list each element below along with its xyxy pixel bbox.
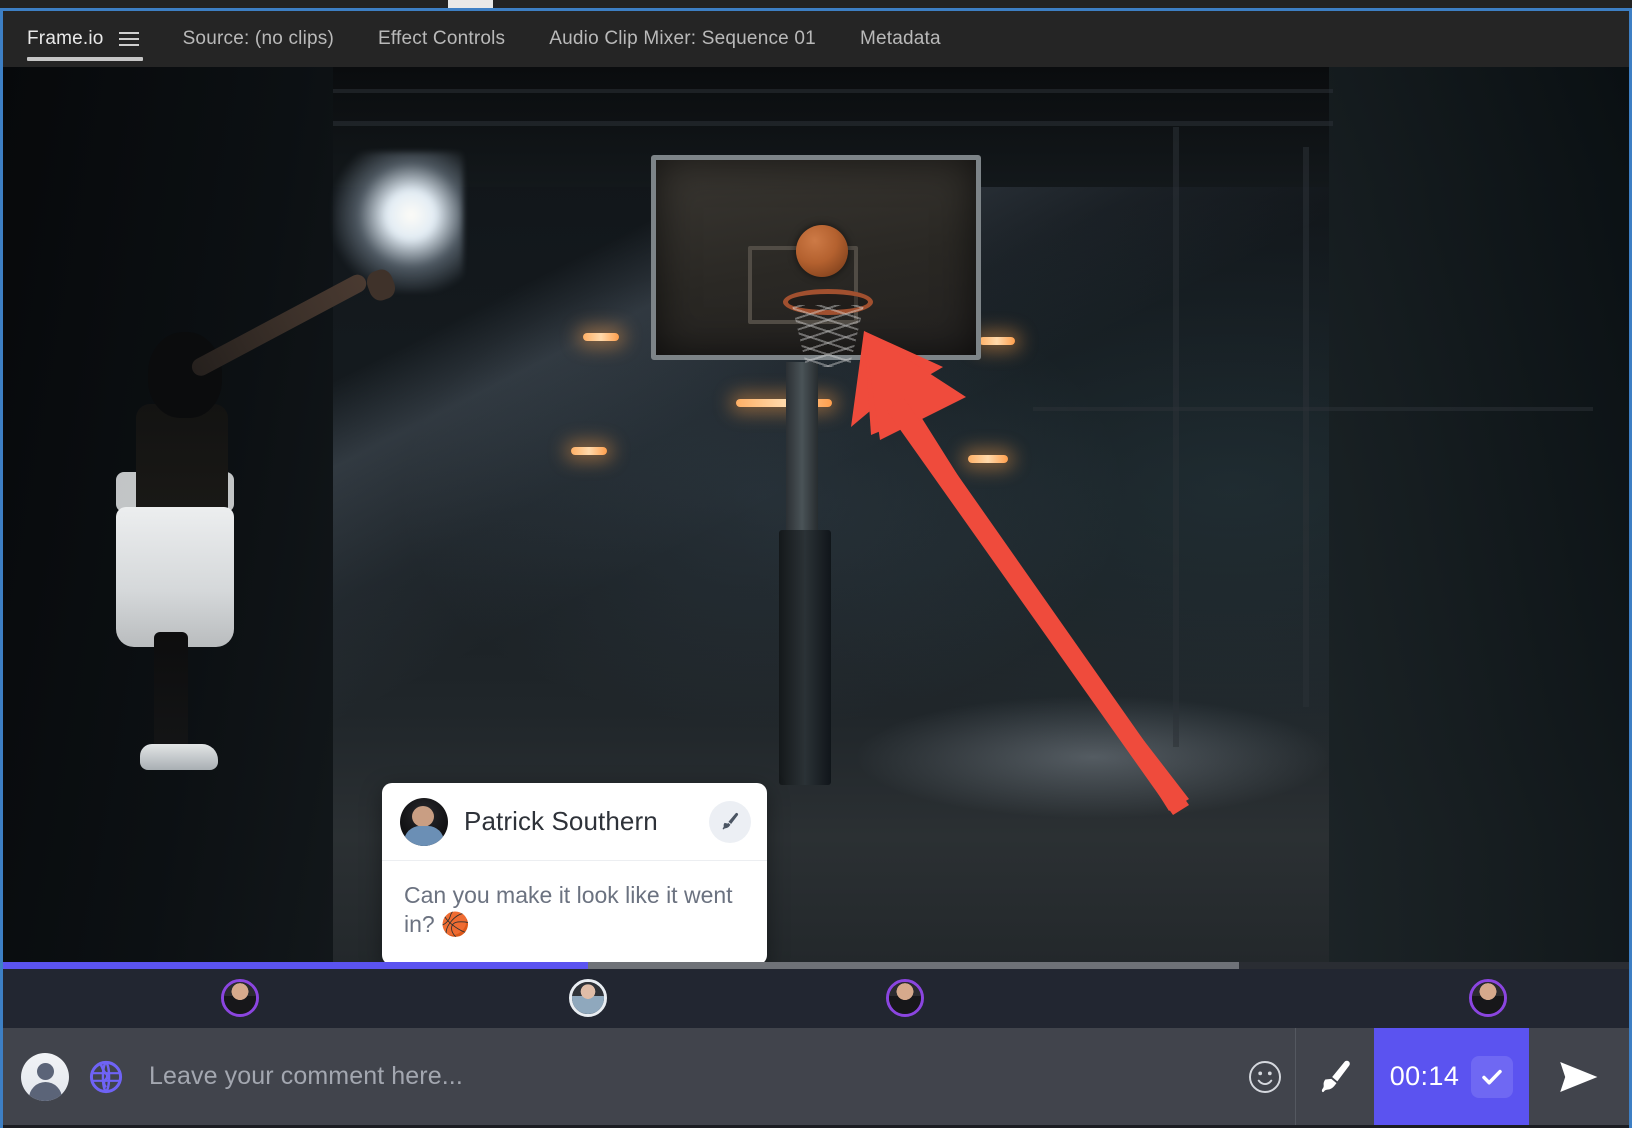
scene-beam (1033, 407, 1593, 411)
user-avatar-icon[interactable] (21, 1052, 69, 1101)
scene-strip-light (583, 333, 619, 341)
comment-marker[interactable] (886, 979, 925, 1017)
video-frame (3, 67, 1629, 962)
scene-player (98, 266, 399, 770)
scene-wall-right (1329, 67, 1629, 962)
comment-marker-lane[interactable] (3, 969, 1629, 1028)
frameio-panel: Frame.io Source: (no clips) Effect Contr… (0, 0, 1632, 1128)
scene-truss (333, 89, 1333, 93)
scene-column (1173, 127, 1179, 747)
playback-played (3, 962, 589, 969)
emoji-smiley-icon[interactable] (1235, 1028, 1295, 1125)
scene-column (1303, 147, 1309, 707)
tab-metadata[interactable]: Metadata (838, 11, 963, 67)
brush-icon[interactable] (709, 800, 751, 843)
scene-strip-light (968, 455, 1008, 463)
scene-strip-light (979, 337, 1015, 345)
comment-marker[interactable] (221, 979, 260, 1017)
comment-bubble[interactable]: Patrick Southern Can you make it look li… (382, 783, 767, 962)
comment-text: Can you make it look like it went in? 🏀 (404, 882, 733, 938)
tab-effect-controls-label: Effect Controls (378, 28, 506, 49)
avatar (224, 982, 257, 1014)
video-viewer[interactable]: Patrick Southern Can you make it look li… (3, 67, 1629, 962)
tab-source-label: Source: (no clips) (182, 28, 334, 49)
comment-input[interactable] (149, 1062, 1235, 1091)
comment-marker[interactable] (1468, 979, 1507, 1017)
comment-marker[interactable] (569, 979, 608, 1017)
send-icon[interactable] (1529, 1028, 1629, 1125)
comment-bubble-header: Patrick Southern (382, 783, 767, 861)
scene-player-shorts (116, 507, 234, 647)
comment-composer-bar: 00:14 (3, 1028, 1629, 1125)
playback-progress-bar[interactable] (3, 962, 1629, 969)
avatar (889, 982, 922, 1014)
avatar (1471, 982, 1504, 1014)
window-drag-handle[interactable] (448, 0, 493, 8)
timestamp-toggle[interactable]: 00:14 (1374, 1028, 1529, 1125)
window-top-strip (0, 0, 1632, 8)
scene-window-light (333, 152, 463, 292)
panel-tab-bar: Frame.io Source: (no clips) Effect Contr… (3, 11, 1629, 67)
tab-frameio-label: Frame.io (27, 28, 104, 49)
tab-audio-clip-mixer-label: Audio Clip Mixer: Sequence 01 (549, 28, 816, 49)
tab-source[interactable]: Source: (no clips) (161, 11, 356, 67)
avatar (400, 797, 448, 846)
scene-player-shoe (140, 744, 218, 770)
timestamp-label: 00:14 (1389, 1061, 1460, 1091)
tab-frameio[interactable]: Frame.io (3, 11, 161, 67)
scene-player-head (148, 332, 222, 418)
scene-hoop-pole (786, 362, 818, 537)
scene-strip-light (571, 447, 607, 455)
scene-hoop-pad (779, 530, 831, 785)
tab-active-underline (27, 57, 143, 61)
hamburger-menu-icon[interactable] (118, 32, 139, 46)
avatar (572, 982, 605, 1014)
tab-metadata-label: Metadata (859, 28, 941, 49)
check-icon[interactable] (1471, 1055, 1514, 1098)
globe-icon[interactable] (85, 1056, 127, 1098)
comment-author-name: Patrick Southern (464, 806, 658, 836)
scene-truss (333, 121, 1333, 126)
tab-audio-clip-mixer[interactable]: Audio Clip Mixer: Sequence 01 (527, 11, 838, 67)
tab-effect-controls[interactable]: Effect Controls (356, 11, 527, 67)
brush-icon[interactable] (1296, 1028, 1374, 1125)
scene-player-leg (154, 632, 188, 754)
scene-basketball (796, 225, 848, 277)
